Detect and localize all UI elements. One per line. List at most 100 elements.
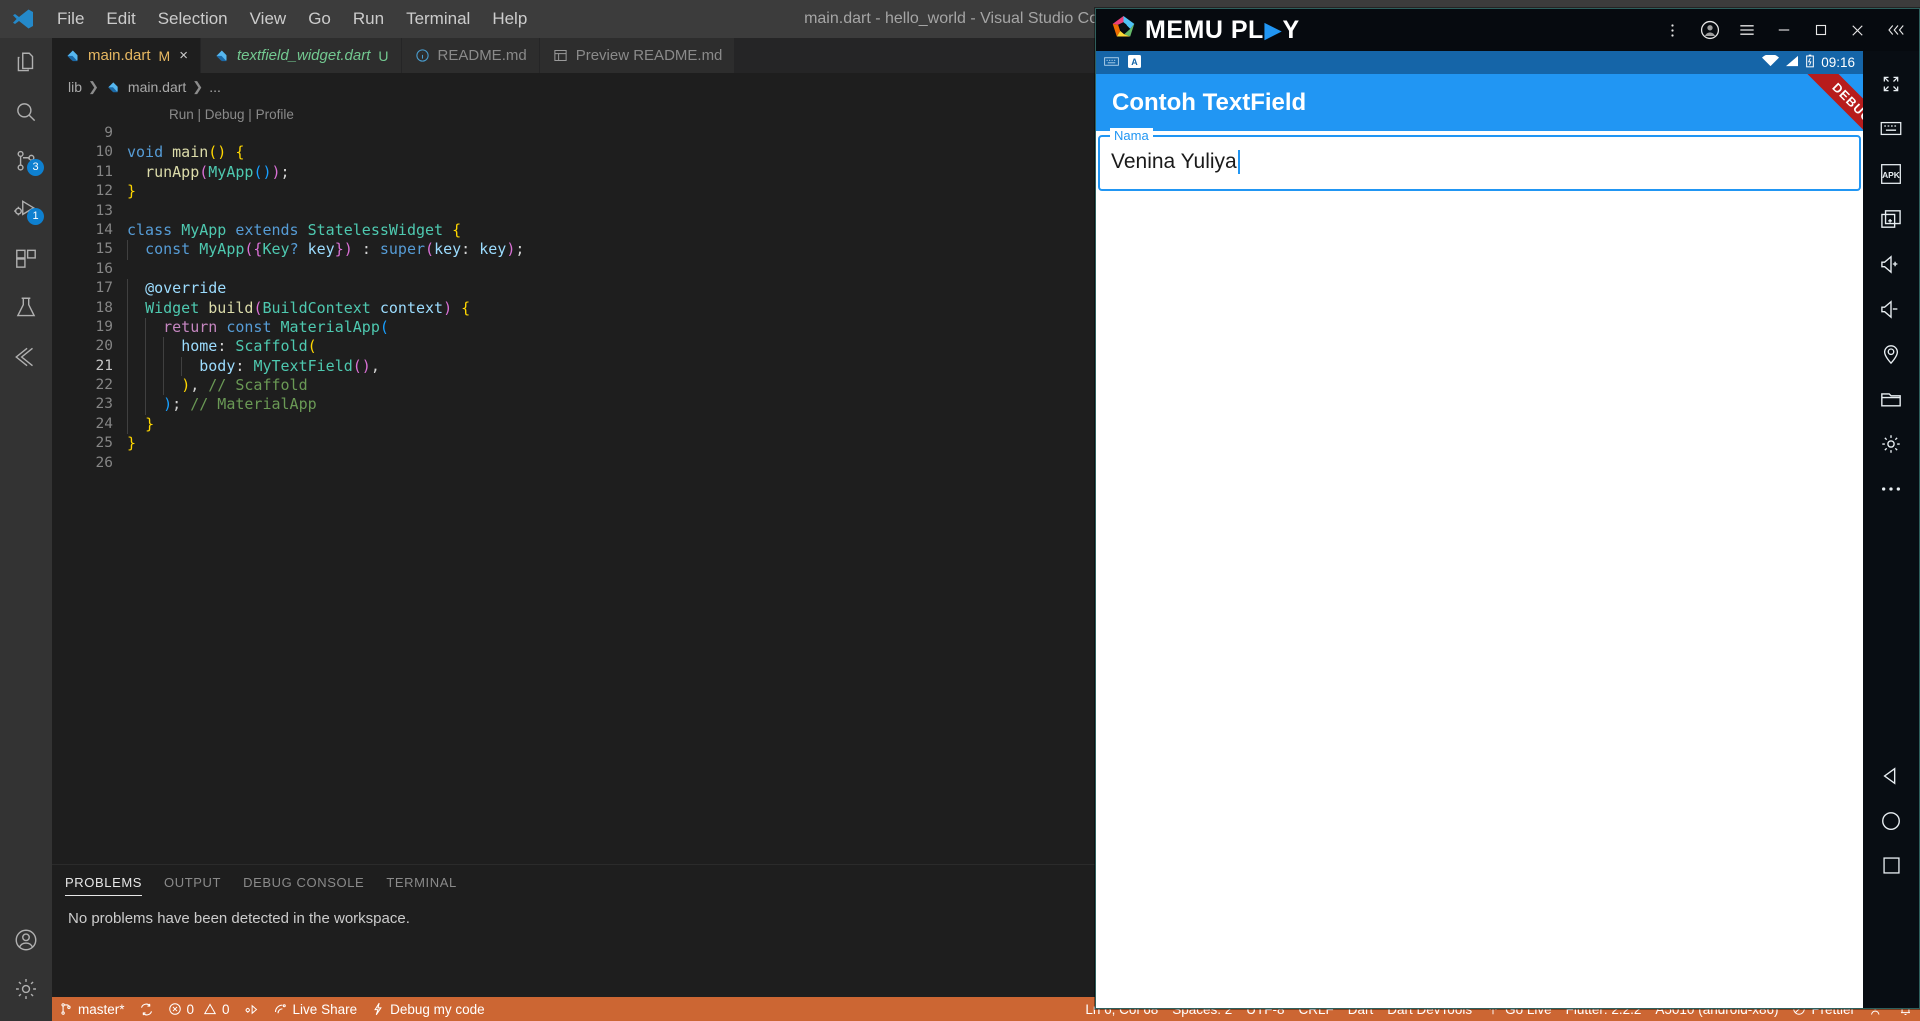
status-ports[interactable] bbox=[237, 997, 266, 1021]
line-number: 12 bbox=[95, 183, 113, 200]
tab-textfield-widget-dart[interactable]: textfield_widget.dart U bbox=[200, 38, 402, 73]
sidebar-item-search[interactable] bbox=[0, 87, 52, 136]
app-icon: A bbox=[1128, 54, 1141, 71]
memu-minimize-icon[interactable] bbox=[1765, 9, 1802, 51]
tab-problems[interactable]: PROBLEMS bbox=[65, 865, 143, 900]
status-problems[interactable]: 0 0 bbox=[161, 997, 237, 1021]
menu-view[interactable]: View bbox=[239, 0, 298, 38]
debug-badge: 1 bbox=[27, 208, 44, 225]
status-debug-my-code[interactable]: Debug my code bbox=[364, 997, 492, 1021]
back-triangle-icon[interactable] bbox=[1863, 753, 1919, 798]
volume-up-icon[interactable] bbox=[1863, 241, 1919, 286]
error-count: 0 bbox=[186, 1001, 195, 1017]
text-caret bbox=[1237, 150, 1240, 174]
battery-icon bbox=[1805, 54, 1815, 71]
activity-bar: 3 1 bbox=[0, 38, 52, 1021]
keyboard-mapping-icon[interactable] bbox=[1863, 106, 1919, 151]
sidebar-item-accounts[interactable] bbox=[0, 915, 52, 964]
vscode-logo-icon bbox=[0, 0, 46, 38]
close-icon[interactable]: × bbox=[179, 47, 188, 64]
location-pin-icon[interactable] bbox=[1863, 331, 1919, 376]
menu-go[interactable]: Go bbox=[297, 0, 342, 38]
android-status-bar: A 09:16 bbox=[1096, 51, 1863, 74]
dart-icon bbox=[105, 79, 122, 96]
install-apk-icon[interactable]: APK bbox=[1863, 151, 1919, 196]
menu-run[interactable]: Run bbox=[342, 0, 395, 38]
multi-instance-icon[interactable] bbox=[1863, 196, 1919, 241]
android-screen[interactable]: A 09:16 Contoh TextField DEBUG Nama Veni… bbox=[1096, 51, 1863, 1008]
line-number: 25 bbox=[95, 435, 113, 452]
fullscreen-icon[interactable] bbox=[1863, 61, 1919, 106]
menu-selection[interactable]: Selection bbox=[147, 0, 239, 38]
codelens-run-debug-profile[interactable]: Run | Debug | Profile bbox=[169, 105, 294, 124]
tab-preview-readme-md[interactable]: Preview README.md bbox=[539, 38, 736, 73]
indent-guide bbox=[181, 356, 183, 377]
app-body: Nama Venina Yuliya bbox=[1096, 128, 1863, 1008]
branch-label: master* bbox=[78, 1001, 125, 1017]
svg-text:APK: APK bbox=[1882, 169, 1901, 179]
volume-down-icon[interactable] bbox=[1863, 286, 1919, 331]
line-number: 22 bbox=[95, 377, 113, 394]
line-number: 15 bbox=[95, 241, 113, 258]
indent-guide bbox=[127, 414, 128, 435]
sidebar-item-run-debug[interactable]: 1 bbox=[0, 185, 52, 234]
menubar[interactable]: File Edit Selection View Go Run Terminal… bbox=[46, 0, 538, 38]
indent-guide bbox=[127, 337, 128, 357]
line-number: 20 bbox=[95, 338, 113, 355]
menu-file[interactable]: File bbox=[46, 0, 95, 38]
chevron-right-icon: ❯ bbox=[192, 79, 204, 94]
memu-kebab-icon[interactable] bbox=[1654, 9, 1691, 51]
tab-label: textfield_widget.dart bbox=[236, 47, 371, 64]
dart-icon bbox=[213, 47, 230, 64]
indent-guide bbox=[127, 395, 128, 415]
indent-guide bbox=[127, 317, 128, 338]
tab-readme-md[interactable]: README.md bbox=[401, 38, 540, 73]
memu-maximize-icon[interactable] bbox=[1802, 9, 1839, 51]
nama-textfield[interactable]: Nama Venina Yuliya bbox=[1098, 128, 1861, 191]
recents-square-icon[interactable] bbox=[1863, 843, 1919, 888]
breadcrumb-ellipsis[interactable]: ... bbox=[209, 79, 221, 95]
ellipsis-icon[interactable] bbox=[1863, 466, 1919, 511]
sidebar-item-testing[interactable] bbox=[0, 283, 52, 332]
indent-guide bbox=[145, 337, 147, 357]
tab-terminal[interactable]: TERMINAL bbox=[386, 865, 457, 900]
line-number: 11 bbox=[95, 163, 113, 180]
folder-icon[interactable] bbox=[1863, 376, 1919, 421]
sidebar-item-source-control[interactable]: 3 bbox=[0, 136, 52, 185]
menu-terminal[interactable]: Terminal bbox=[395, 0, 481, 38]
memu-account-circle-icon[interactable] bbox=[1691, 9, 1728, 51]
menu-edit[interactable]: Edit bbox=[95, 0, 146, 38]
status-sync[interactable] bbox=[132, 997, 161, 1021]
indent-guide bbox=[145, 395, 147, 415]
tab-main-dart[interactable]: main.dart M × bbox=[52, 38, 201, 73]
sidebar-item-explorer[interactable] bbox=[0, 38, 52, 87]
memu-titlebar: MEMU PL ▶ Y bbox=[1096, 9, 1919, 51]
line-number: 19 bbox=[95, 318, 113, 335]
sidebar-item-extensions[interactable] bbox=[0, 234, 52, 283]
menu-help[interactable]: Help bbox=[481, 0, 538, 38]
line-number: 13 bbox=[95, 202, 113, 219]
gear-icon[interactable] bbox=[1863, 421, 1919, 466]
memu-side-toolbar: APK bbox=[1863, 51, 1919, 1008]
memu-chevrons-left-icon[interactable] bbox=[1876, 9, 1913, 51]
line-number: 14 bbox=[95, 221, 113, 238]
wifi-icon bbox=[1762, 54, 1780, 70]
sidebar-item-flutter[interactable] bbox=[0, 332, 52, 381]
preview-icon bbox=[552, 47, 569, 64]
memu-close-icon[interactable] bbox=[1839, 9, 1876, 51]
sidebar-item-manage-gear-icon[interactable] bbox=[0, 964, 52, 1013]
status-live-share[interactable]: Live Share bbox=[266, 997, 365, 1021]
memu-hamburger-icon[interactable] bbox=[1728, 9, 1765, 51]
signal-icon bbox=[1785, 55, 1799, 70]
home-circle-icon[interactable] bbox=[1863, 798, 1919, 843]
breadcrumb-main-dart[interactable]: main.dart bbox=[128, 79, 186, 95]
indent-guide bbox=[145, 317, 147, 338]
svg-text:A: A bbox=[1131, 56, 1138, 66]
debug-my-code-label: Debug my code bbox=[390, 1001, 485, 1017]
indent-guide bbox=[127, 279, 128, 299]
tab-debug-console[interactable]: DEBUG CONSOLE bbox=[243, 865, 364, 900]
indent-guide bbox=[163, 376, 165, 396]
tab-output[interactable]: OUTPUT bbox=[164, 865, 221, 900]
status-branch[interactable]: master* bbox=[52, 997, 132, 1021]
breadcrumb-lib[interactable]: lib bbox=[68, 79, 82, 95]
